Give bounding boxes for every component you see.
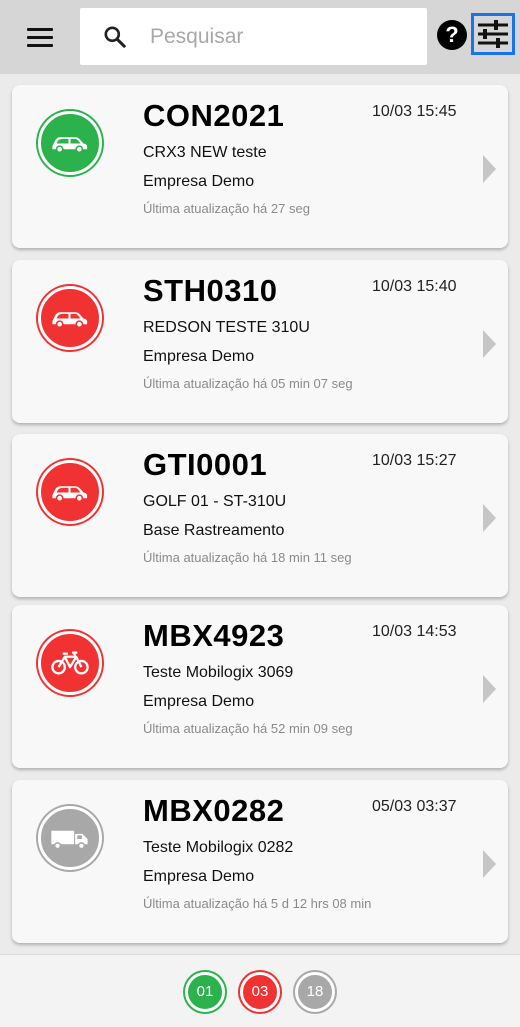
vehicle-last-update: Última atualização há 05 min 07 seg [143, 376, 353, 391]
car-icon [52, 486, 88, 503]
vehicle-company: Empresa Demo [143, 868, 255, 885]
vehicle-description: REDSON TESTE 310U [143, 319, 310, 336]
vehicle-description: Teste Mobilogix 3069 [143, 664, 294, 681]
vehicle-card[interactable]: GTI0001 10/03 15:27 GOLF 01 - ST-310U Ba… [12, 434, 508, 597]
sliders-icon [478, 20, 508, 48]
vehicle-description: CRX3 NEW teste [143, 144, 267, 161]
bicycle-icon [51, 651, 89, 675]
search-input[interactable] [148, 16, 412, 58]
chevron-right-icon [483, 675, 496, 703]
vehicle-status-badge [38, 806, 102, 870]
vehicle-time: 10/03 15:40 [372, 278, 457, 295]
chevron-right-icon [483, 155, 496, 183]
chevron-right-icon [483, 504, 496, 532]
vehicle-last-update: Última atualização há 52 min 09 seg [143, 721, 353, 736]
car-icon [52, 312, 88, 329]
vehicle-status-badge [38, 460, 102, 524]
search-icon [104, 26, 126, 48]
vehicle-plate: MBX4923 [143, 618, 285, 653]
vehicle-last-update: Última atualização há 18 min 11 seg [143, 550, 352, 565]
menu-icon[interactable] [24, 22, 56, 52]
vehicle-time: 10/03 15:27 [372, 452, 457, 469]
vehicle-plate: STH0310 [143, 273, 278, 308]
vehicle-last-update: Última atualização há 5 d 12 hrs 08 min [143, 896, 372, 911]
vehicle-status-badge [38, 631, 102, 695]
vehicle-status-badge [38, 286, 102, 350]
vehicle-plate: CON2021 [143, 98, 285, 133]
vehicle-list: CON2021 10/03 15:45 CRX3 NEW teste Empre… [0, 74, 520, 954]
vehicle-company: Empresa Demo [143, 348, 255, 365]
vehicle-description: GOLF 01 - ST-310U [143, 493, 287, 510]
chevron-right-icon [483, 850, 496, 878]
vehicle-card[interactable]: STH0310 10/03 15:40 REDSON TESTE 310U Em… [12, 260, 508, 423]
car-icon [52, 137, 88, 154]
search-box[interactable] [80, 8, 427, 65]
top-bar: ? [0, 0, 520, 74]
vehicle-company: Empresa Demo [143, 173, 255, 190]
help-button[interactable]: ? [437, 20, 467, 50]
truck-icon [51, 830, 88, 850]
online-count-badge[interactable]: 01 [185, 972, 225, 1012]
offline-count-badge[interactable]: 03 [240, 972, 280, 1012]
vehicle-time: 10/03 15:45 [372, 103, 457, 120]
inactive-count-badge[interactable]: 18 [295, 972, 335, 1012]
vehicle-description: Teste Mobilogix 0282 [143, 839, 294, 856]
vehicle-time: 10/03 14:53 [372, 623, 457, 640]
vehicle-status-badge [38, 111, 102, 175]
filter-settings-button[interactable] [471, 13, 515, 55]
vehicle-company: Base Rastreamento [143, 522, 285, 539]
status-summary-bar: 01 03 18 [0, 954, 520, 1027]
chevron-right-icon [483, 330, 496, 358]
vehicle-card[interactable]: MBX4923 10/03 14:53 Teste Mobilogix 3069… [12, 605, 508, 768]
vehicle-card[interactable]: CON2021 10/03 15:45 CRX3 NEW teste Empre… [12, 85, 508, 248]
vehicle-time: 05/03 03:37 [372, 798, 457, 815]
vehicle-last-update: Última atualização há 27 seg [143, 201, 310, 216]
vehicle-plate: MBX0282 [143, 793, 285, 828]
vehicle-plate: GTI0001 [143, 447, 268, 482]
vehicle-company: Empresa Demo [143, 693, 255, 710]
vehicle-card[interactable]: MBX0282 05/03 03:37 Teste Mobilogix 0282… [12, 780, 508, 943]
